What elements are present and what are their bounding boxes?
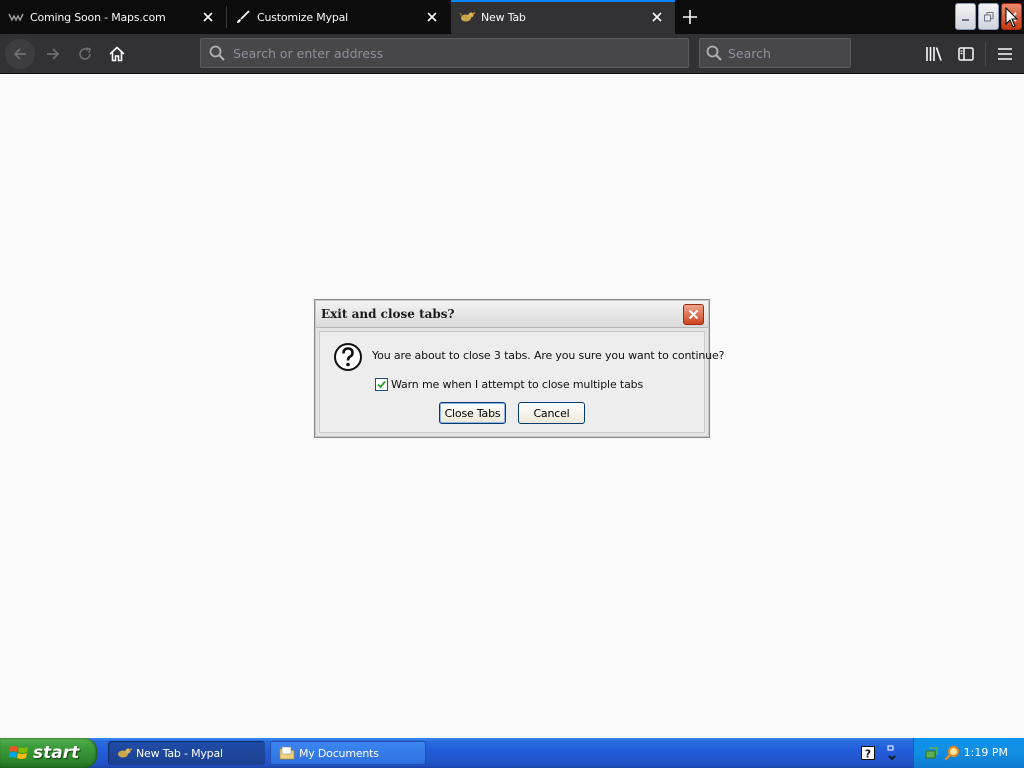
- library-icon: [926, 47, 942, 61]
- address-bar[interactable]: [200, 38, 689, 68]
- warn-checkbox[interactable]: [375, 378, 388, 391]
- close-tabs-button[interactable]: Close Tabs: [439, 402, 506, 424]
- home-icon: [109, 46, 125, 62]
- mypal-favicon-icon: [459, 9, 475, 25]
- question-icon: [334, 343, 362, 371]
- network-icon[interactable]: [924, 745, 940, 761]
- sidebar-button[interactable]: [952, 40, 980, 68]
- tab-new-tab[interactable]: New Tab: [451, 0, 675, 34]
- warn-checkbox-row[interactable]: Warn me when I attempt to close multiple…: [375, 378, 643, 391]
- reload-icon: [79, 47, 91, 60]
- start-label: start: [33, 743, 80, 763]
- tab-close-icon[interactable]: [198, 7, 218, 27]
- clock: 1:19 PM: [963, 746, 1008, 759]
- search-icon: [706, 43, 722, 63]
- dialog-title: Exit and close tabs?: [321, 307, 455, 321]
- search-icon[interactable]: [944, 745, 960, 761]
- new-tab-button[interactable]: [678, 5, 702, 29]
- dialog-titlebar[interactable]: Exit and close tabs?: [316, 301, 708, 328]
- taskbar-item-label: My Documents: [299, 746, 379, 760]
- chevron-icon[interactable]: [886, 744, 898, 762]
- taskbar-item-label: New Tab - Mypal: [136, 746, 223, 760]
- maximize-button[interactable]: [978, 3, 999, 30]
- plus-icon: [683, 10, 697, 24]
- tab-close-icon[interactable]: [422, 7, 442, 27]
- taskbar-item-my-documents[interactable]: My Documents: [270, 741, 426, 765]
- mypal-icon: [116, 745, 132, 761]
- tab-customize[interactable]: Customize Mypal: [227, 0, 450, 34]
- checkmark-icon: [377, 380, 386, 389]
- navigation-toolbar: [0, 34, 1024, 74]
- taskbar-item-mypal[interactable]: New Tab - Mypal: [108, 741, 265, 765]
- hamburger-menu-icon: [998, 48, 1012, 60]
- reload-button[interactable]: [71, 40, 99, 68]
- tab-strip: Coming Soon - Maps.com Customize Mypal N…: [0, 0, 1024, 34]
- forward-button[interactable]: [39, 40, 67, 68]
- forward-arrow-icon: [47, 48, 60, 60]
- address-input[interactable]: [233, 45, 688, 61]
- windows-logo-icon: [9, 746, 28, 759]
- tray-extra-icons: ?: [860, 745, 904, 761]
- tab-label: Customize Mypal: [257, 10, 349, 24]
- dialog-message: You are about to close 3 tabs. Are you s…: [372, 349, 725, 362]
- start-button[interactable]: start: [0, 738, 97, 768]
- tab-close-icon[interactable]: [647, 7, 667, 27]
- warn-checkbox-label: Warn me when I attempt to close multiple…: [391, 378, 644, 391]
- search-input[interactable]: [728, 45, 884, 61]
- dialog-close-button[interactable]: [683, 304, 704, 325]
- tab-label: New Tab: [481, 10, 526, 24]
- cancel-button[interactable]: Cancel: [518, 402, 585, 424]
- close-tabs-dialog: Exit and close tabs? You are about to cl…: [314, 299, 724, 438]
- home-button[interactable]: [103, 40, 131, 68]
- close-icon: [688, 309, 699, 320]
- minimize-button[interactable]: [955, 3, 976, 30]
- menu-button[interactable]: [991, 40, 1019, 68]
- help-icon[interactable]: ?: [860, 745, 876, 761]
- library-button[interactable]: [920, 40, 948, 68]
- toolbar-divider: [985, 42, 986, 66]
- tab-label: Coming Soon - Maps.com: [30, 10, 166, 24]
- back-arrow-icon: [13, 48, 26, 60]
- dialog-body: You are about to close 3 tabs. Are you s…: [319, 331, 724, 433]
- restore-icon: [983, 11, 993, 21]
- taskbar: start New Tab - Mypal My Documents ? 1:1…: [0, 738, 1024, 768]
- folder-icon: [279, 745, 295, 761]
- sidebar-icon: [958, 47, 974, 61]
- back-button[interactable]: [5, 39, 35, 69]
- brush-icon: [235, 9, 251, 25]
- tab-maps[interactable]: Coming Soon - Maps.com: [0, 0, 226, 34]
- system-tray: 1:19 PM: [913, 738, 1024, 768]
- search-icon: [207, 43, 227, 63]
- minimize-icon: [961, 18, 969, 21]
- svg-text:?: ?: [865, 748, 871, 761]
- mouse-cursor-icon: [1005, 7, 1019, 28]
- search-bar[interactable]: [699, 38, 884, 68]
- maps-favicon-icon: [8, 9, 24, 25]
